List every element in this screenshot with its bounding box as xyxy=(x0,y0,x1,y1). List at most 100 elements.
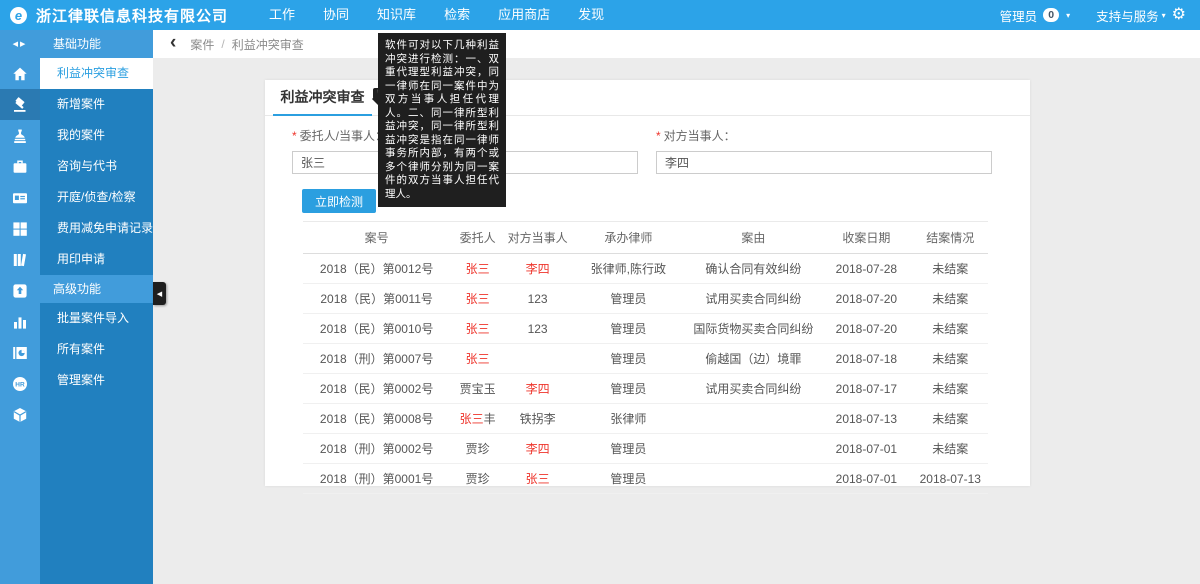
cell-date: 2018-07-20 xyxy=(820,314,912,344)
sidebar-item[interactable]: 所有案件 xyxy=(40,334,153,365)
tooltip-text: 软件可对以下几种利益冲突进行检测：一、双重代理型利益冲突，同一律师在同一案件中为… xyxy=(385,39,499,200)
cell-case-no: 2018（刑）第0007号 xyxy=(303,344,450,374)
gear-icon[interactable]: ⚙ xyxy=(1172,7,1186,23)
cell-cause xyxy=(687,464,821,494)
books-icon[interactable] xyxy=(0,244,40,275)
cell-client: 张三 xyxy=(450,254,505,284)
cell-status: 未结案 xyxy=(913,404,988,434)
user-menu[interactable]: 管理员 0 ▾ xyxy=(1000,6,1071,25)
cell-lawyer: 管理员 xyxy=(570,344,686,374)
support-label: 支持与服务 xyxy=(1096,6,1159,25)
cell-status: 未结案 xyxy=(913,434,988,464)
cell-cause xyxy=(687,434,821,464)
opponent-field: *对方当事人： xyxy=(656,127,992,174)
stamp-icon[interactable] xyxy=(0,120,40,151)
notification-badge: 0 xyxy=(1043,8,1059,22)
sidebar-item[interactable]: 我的案件 xyxy=(40,120,153,151)
opponent-input[interactable] xyxy=(656,151,992,174)
cell-date: 2018-07-13 xyxy=(820,404,912,434)
table-row[interactable]: 2018（刑）第0002号贾珍李四管理员2018-07-01未结案 xyxy=(303,434,988,464)
check-now-button[interactable]: 立即检测 xyxy=(302,189,376,213)
cell-case-no: 2018（民）第0010号 xyxy=(303,314,450,344)
gavel-icon[interactable] xyxy=(0,89,40,120)
sidebar-submenu: 基础功能利益冲突审查新增案件我的案件咨询与代书开庭/侦查/检察费用减免申请记录用… xyxy=(40,30,153,584)
collapse-icon[interactable]: ◀▶ xyxy=(0,30,40,58)
cell-status: 2018-07-13 xyxy=(913,464,988,494)
cell-lawyer: 管理员 xyxy=(570,374,686,404)
id-card-icon[interactable] xyxy=(0,182,40,213)
cell-case-no: 2018（刑）第0002号 xyxy=(303,434,450,464)
table-row[interactable]: 2018（民）第0012号张三李四张律师,陈行政确认合同有效纠纷2018-07-… xyxy=(303,254,988,284)
briefcase-icon[interactable] xyxy=(0,151,40,182)
cell-status: 未结案 xyxy=(913,314,988,344)
cell-status: 未结案 xyxy=(913,374,988,404)
table-row[interactable]: 2018（民）第0011号张三123管理员试用买卖合同纠纷2018-07-20未… xyxy=(303,284,988,314)
nav-item[interactable]: 检索 xyxy=(430,0,484,30)
cell-opponent: 张三 xyxy=(505,464,570,494)
cell-cause: 国际货物买卖合同纠纷 xyxy=(687,314,821,344)
opponent-field-label: *对方当事人： xyxy=(656,127,992,144)
required-mark: * xyxy=(656,129,661,143)
table-row[interactable]: 2018（刑）第0001号贾珍张三管理员2018-07-012018-07-13 xyxy=(303,464,988,494)
column-header: 案由 xyxy=(687,222,821,254)
conflict-info-tooltip: 软件可对以下几种利益冲突进行检测：一、双重代理型利益冲突，同一律师在同一案件中为… xyxy=(378,33,506,207)
sidebar-item[interactable]: 新增案件 xyxy=(40,89,153,120)
cell-date: 2018-07-01 xyxy=(820,464,912,494)
cube-icon[interactable] xyxy=(0,399,40,430)
sidebar-section-header[interactable]: 基础功能 xyxy=(40,30,153,58)
cell-client: 张三 xyxy=(450,284,505,314)
cell-case-no: 2018（民）第0012号 xyxy=(303,254,450,284)
cell-date: 2018-07-20 xyxy=(820,284,912,314)
table-body: 2018（民）第0012号张三李四张律师,陈行政确认合同有效纠纷2018-07-… xyxy=(303,254,988,494)
cell-lawyer: 管理员 xyxy=(570,314,686,344)
table-header-row: 案号委托人对方当事人承办律师案由收案日期结案情况 xyxy=(303,222,988,254)
cell-lawyer: 管理员 xyxy=(570,434,686,464)
report-icon[interactable] xyxy=(0,337,40,368)
nav-item[interactable]: 协同 xyxy=(309,0,363,30)
cell-status: 未结案 xyxy=(913,254,988,284)
sidebar-item[interactable]: 利益冲突审查 xyxy=(40,58,153,89)
table-row[interactable]: 2018（刑）第0007号张三管理员偷越国（边）境罪2018-07-18未结案 xyxy=(303,344,988,374)
nav-item[interactable]: 知识库 xyxy=(363,0,430,30)
results-table-wrap: 案号委托人对方当事人承办律师案由收案日期结案情况 2018（民）第0012号张三… xyxy=(303,221,988,494)
sidebar-collapse-tab[interactable]: ◀ xyxy=(153,282,166,305)
table-row[interactable]: 2018（民）第0008号张三丰铁拐李张律师2018-07-13未结案 xyxy=(303,404,988,434)
breadcrumb-section[interactable]: 案件 xyxy=(190,36,214,53)
sidebar-item[interactable]: 用印申请 xyxy=(40,244,153,275)
cell-date: 2018-07-28 xyxy=(820,254,912,284)
cell-cause: 确认合同有效纠纷 xyxy=(687,254,821,284)
column-header: 案号 xyxy=(303,222,450,254)
cell-opponent: 123 xyxy=(505,284,570,314)
upload-box-icon[interactable] xyxy=(0,275,40,306)
cell-lawyer: 张律师 xyxy=(570,404,686,434)
sidebar-section-header[interactable]: 高级功能 xyxy=(40,275,153,303)
cell-date: 2018-07-18 xyxy=(820,344,912,374)
nav-item[interactable]: 应用商店 xyxy=(484,0,564,30)
sidebar-item[interactable]: 批量案件导入 xyxy=(40,303,153,334)
grid-icon[interactable] xyxy=(0,213,40,244)
sidebar-item[interactable]: 费用减免申请记录 xyxy=(40,213,153,244)
sidebar-item[interactable]: 开庭/侦查/检察 xyxy=(40,182,153,213)
sidebar-item[interactable]: 管理案件 xyxy=(40,365,153,396)
cell-status: 未结案 xyxy=(913,284,988,314)
home-icon[interactable] xyxy=(0,58,40,89)
table-row[interactable]: 2018（民）第0002号贾宝玉李四管理员试用买卖合同纠纷2018-07-17未… xyxy=(303,374,988,404)
column-header: 结案情况 xyxy=(913,222,988,254)
back-icon[interactable]: ‹ xyxy=(170,33,176,52)
bar-chart-icon[interactable] xyxy=(0,306,40,337)
cell-client: 贾珍 xyxy=(450,434,505,464)
tab-conflict-review[interactable]: 利益冲突审查 xyxy=(273,80,372,116)
cell-client: 张三 xyxy=(450,314,505,344)
hr-icon[interactable]: HR xyxy=(0,368,40,399)
top-menu: 工作协同知识库检索应用商店发现 xyxy=(255,0,618,30)
cell-client: 张三丰 xyxy=(450,404,505,434)
topbar-right: 管理员 0 ▾ 支持与服务 ▾ ⚙ xyxy=(1000,6,1200,25)
svg-text:HR: HR xyxy=(15,381,25,388)
support-menu[interactable]: 支持与服务 ▾ xyxy=(1096,6,1166,25)
cell-status: 未结案 xyxy=(913,344,988,374)
sidebar-item[interactable]: 咨询与代书 xyxy=(40,151,153,182)
nav-item[interactable]: 工作 xyxy=(255,0,309,30)
nav-item[interactable]: 发现 xyxy=(564,0,618,30)
cell-opponent: 李四 xyxy=(505,434,570,464)
table-row[interactable]: 2018（民）第0010号张三123管理员国际货物买卖合同纠纷2018-07-2… xyxy=(303,314,988,344)
